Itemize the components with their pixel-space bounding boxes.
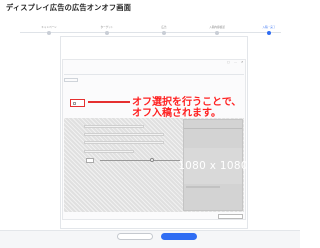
step-dot: [267, 31, 271, 35]
annotation-text: オフ選択を行うことで、 オフ入稿されます。: [132, 97, 241, 119]
preview-header: [184, 120, 242, 129]
step-dot: [162, 31, 166, 35]
step-complete[interactable]: 入稿・完了: [246, 26, 292, 35]
tab-divider: [64, 74, 244, 75]
page-title: ディスプレイ広告の広告オンオフ画面: [6, 3, 132, 12]
filter-select[interactable]: [64, 78, 78, 82]
step-dot: [105, 31, 109, 35]
step-dot: [47, 31, 51, 35]
step-target[interactable]: ターゲット: [84, 26, 130, 35]
field-input[interactable]: [84, 141, 164, 144]
field-input[interactable]: [84, 133, 164, 136]
image-thumb[interactable]: [86, 158, 94, 163]
step-ad[interactable]: 広告: [141, 26, 187, 35]
step-label: 入稿・完了: [262, 26, 276, 29]
ad-tabs[interactable]: [64, 69, 69, 72]
card-action-icons[interactable]: ▢ ⋯ ↺: [227, 60, 245, 64]
field-input[interactable]: [84, 150, 134, 153]
step-label: 入稿内容確認: [209, 26, 225, 29]
callout-arrow: [88, 101, 130, 103]
step-label: キャンペーン: [41, 26, 57, 29]
preview-size-label: 1080 x 1080: [178, 160, 248, 172]
ad-preview: 1080 x 1080: [178, 119, 248, 211]
step-campaign[interactable]: キャンペーン: [26, 26, 72, 35]
step-confirm[interactable]: 入稿内容確認: [194, 26, 240, 35]
on-off-toggle[interactable]: [70, 99, 85, 107]
apply-button[interactable]: [218, 214, 243, 219]
step-label: 広告: [161, 26, 167, 29]
next-button[interactable]: [161, 233, 197, 240]
annotation-line-1: オフ選択を行うことで、: [132, 97, 242, 108]
preview-caption: [186, 186, 220, 188]
preview-image: 1080 x 1080: [178, 148, 248, 184]
checkbox-icon[interactable]: [73, 101, 76, 105]
field-input[interactable]: [84, 125, 144, 128]
step-dot: [215, 31, 219, 35]
slider-track[interactable]: [100, 160, 180, 161]
slider-handle[interactable]: [150, 158, 154, 162]
back-button[interactable]: [117, 233, 153, 240]
step-label: ターゲット: [100, 26, 114, 29]
